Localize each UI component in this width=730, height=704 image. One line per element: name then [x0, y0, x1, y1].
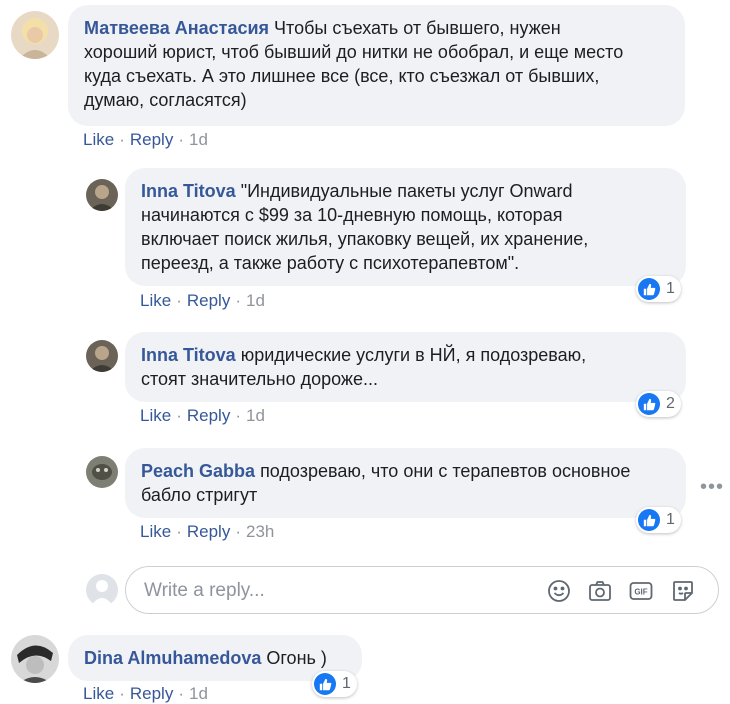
comment-time[interactable]: 1d — [246, 291, 265, 310]
comment-bubble: Inna Titova "Индивидуальные пакеты услуг… — [125, 168, 686, 286]
avatar[interactable] — [86, 340, 118, 372]
reply-composer: GIF — [125, 566, 719, 614]
like-link[interactable]: Like — [140, 522, 171, 541]
like-reaction-icon — [638, 509, 660, 531]
comment-author[interactable]: Dina Almuhamedova — [84, 648, 261, 668]
comment-bubble: Peach Gabba подозреваю, что они с терапе… — [125, 448, 686, 518]
reply-input[interactable] — [144, 578, 524, 604]
reaction-badge[interactable]: 2 — [636, 391, 681, 417]
avatar[interactable] — [86, 456, 118, 488]
avatar[interactable] — [11, 635, 59, 683]
reaction-count: 1 — [666, 511, 675, 528]
sticker-icon[interactable] — [671, 579, 695, 603]
comment-text-line: переезд, а также работу с психотерапевто… — [141, 253, 520, 273]
comment-text-line: куда съехать. А это лишнее все (все, кто… — [84, 66, 600, 86]
comment-actions: Like · Reply · 1d — [83, 130, 208, 149]
comment-author[interactable]: Матвеева Анастасия — [84, 18, 269, 38]
comment-text-line: Чтобы съехать от бывшего, нужен — [274, 18, 561, 38]
like-link[interactable]: Like — [140, 291, 171, 310]
avatar[interactable] — [11, 11, 59, 59]
comment-author[interactable]: Peach Gabba — [141, 461, 255, 481]
like-reaction-icon — [638, 393, 660, 415]
comment-text-line: бабло стригут — [141, 485, 258, 505]
comment-text-line: юридические услуги в НЙ, я подозреваю, — [240, 345, 587, 365]
reply-link[interactable]: Reply — [130, 684, 173, 703]
like-link[interactable]: Like — [83, 684, 114, 703]
like-link[interactable]: Like — [140, 406, 171, 425]
reply-link[interactable]: Reply — [187, 406, 230, 425]
comment-text-line: "Индивидуальные пакеты услуг Onward — [240, 181, 573, 201]
comment-time[interactable]: 23h — [246, 522, 274, 541]
comment-text-line: хороший юрист, чтоб бывший до нитки не о… — [84, 42, 624, 62]
current-user-avatar — [86, 574, 118, 606]
reply-link[interactable]: Reply — [187, 291, 230, 310]
comment-bubble: Матвеева Анастасия Чтобы съехать от бывш… — [68, 5, 685, 126]
comment-author[interactable]: Inna Titova — [141, 181, 236, 201]
comment-time[interactable]: 1d — [246, 406, 265, 425]
more-options-icon[interactable]: ••• — [700, 476, 724, 499]
avatar[interactable] — [86, 179, 118, 211]
svg-text:GIF: GIF — [634, 588, 647, 597]
comment-author[interactable]: Inna Titova — [141, 345, 236, 365]
camera-icon[interactable] — [588, 579, 612, 603]
reply-link[interactable]: Reply — [187, 522, 230, 541]
reaction-badge[interactable]: 1 — [636, 276, 681, 302]
comment-text-line: Огонь ) — [266, 648, 327, 668]
comment-text-line: стоят значительно дороже... — [141, 369, 378, 389]
reaction-badge[interactable]: 1 — [636, 507, 681, 533]
reaction-count: 1 — [342, 675, 351, 692]
comment-text-line: включает поиск жилья, упаковку вещей, их… — [141, 229, 589, 249]
like-link[interactable]: Like — [83, 130, 114, 149]
comment-time[interactable]: 1d — [189, 684, 208, 703]
comment-actions: Like · Reply · 1d — [140, 291, 265, 310]
reply-link[interactable]: Reply — [130, 130, 173, 149]
gif-icon[interactable]: GIF — [629, 579, 653, 603]
comment-actions: Like · Reply · 1d — [140, 406, 265, 425]
comment-bubble: Inna Titova юридические услуги в НЙ, я п… — [125, 332, 686, 402]
reaction-count: 1 — [666, 280, 675, 297]
comment-text-line: думаю, согласятся) — [84, 90, 247, 110]
reaction-count: 2 — [666, 395, 675, 412]
comment-time[interactable]: 1d — [189, 130, 208, 149]
comment-actions: Like · Reply · 1d — [83, 684, 208, 703]
like-reaction-icon — [314, 673, 336, 695]
like-reaction-icon — [638, 278, 660, 300]
emoji-icon[interactable] — [547, 579, 571, 603]
comment-text-line: подозреваю, что они с терапевтов основно… — [260, 461, 631, 481]
comment-text-line: начинаются с $99 за 10-дневную помощь, к… — [141, 205, 563, 225]
comment-actions: Like · Reply · 23h — [140, 522, 275, 541]
reaction-badge[interactable]: 1 — [312, 671, 357, 697]
